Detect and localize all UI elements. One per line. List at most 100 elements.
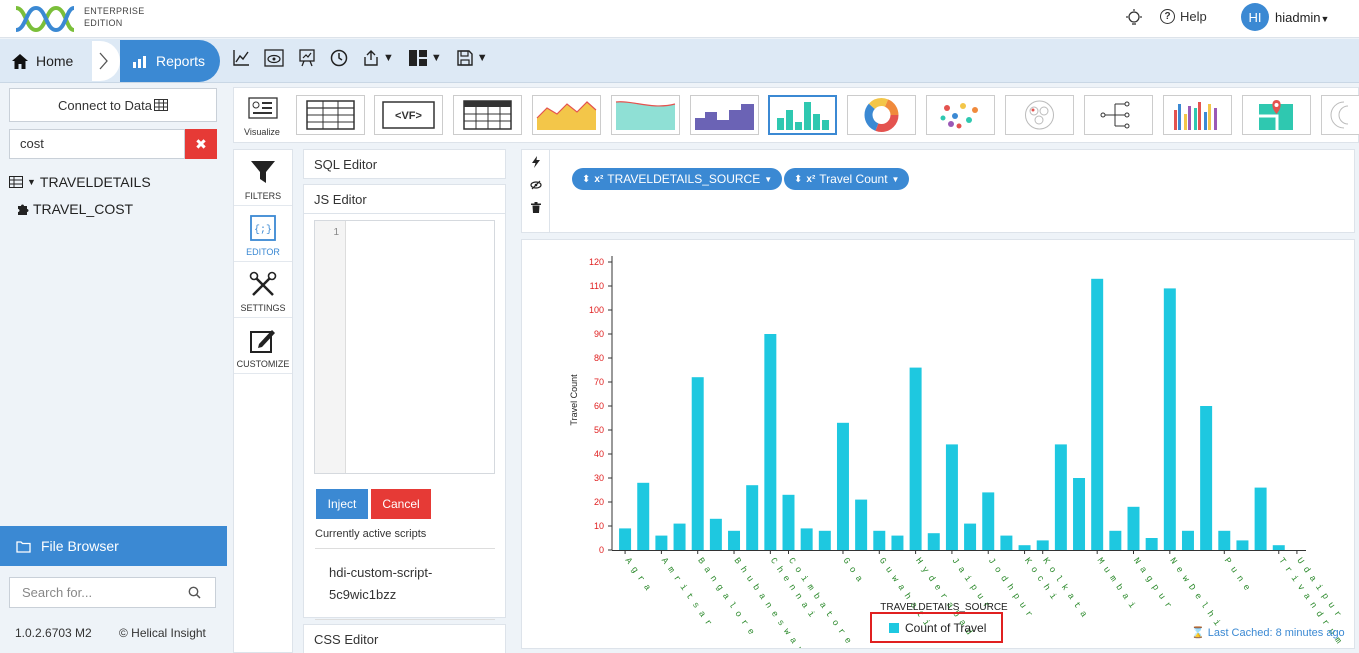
bar[interactable] — [709, 518, 722, 550]
bar[interactable] — [855, 499, 868, 550]
visualize-tool[interactable] — [232, 49, 250, 67]
dimension-pill[interactable]: ⬍ x² TRAVELDETAILS_SOURCE ▼ — [572, 168, 783, 190]
bar[interactable] — [728, 530, 741, 550]
file-browser-label: File Browser — [41, 538, 119, 554]
active-scripts-label: Currently active scripts — [315, 528, 427, 540]
bar[interactable] — [945, 444, 958, 550]
bar[interactable] — [1218, 530, 1231, 550]
viz-tree[interactable] — [1084, 95, 1153, 135]
save-tool[interactable]: ▼ — [456, 49, 488, 67]
bar[interactable] — [1163, 288, 1176, 550]
viz-crosstab[interactable] — [453, 95, 522, 135]
bulb-icon[interactable] — [1125, 9, 1143, 27]
file-search-input[interactable]: Search for... — [9, 577, 216, 608]
y-tick-label: 30 — [594, 473, 604, 483]
viz-multi-bar[interactable] — [1163, 95, 1232, 135]
hourglass-icon: ⌛ — [1191, 627, 1205, 639]
tree-field-node[interactable]: TRAVEL_COST — [16, 201, 133, 217]
preview-tool[interactable] — [264, 49, 284, 67]
presentation-tool[interactable] — [298, 49, 316, 67]
bar[interactable] — [1054, 444, 1067, 550]
css-editor-header[interactable]: CSS Editor — [303, 624, 506, 653]
connect-to-data-button[interactable]: Connect to Data — [9, 88, 217, 122]
tab-editor[interactable]: {;} EDITOR — [234, 206, 292, 262]
bar[interactable] — [1091, 278, 1104, 550]
chart-legend[interactable]: Count of Travel — [870, 612, 1003, 643]
avatar[interactable]: HI — [1241, 3, 1269, 31]
bar[interactable] — [818, 530, 831, 550]
bar[interactable] — [619, 528, 632, 550]
bar[interactable] — [746, 485, 759, 550]
bar[interactable] — [927, 533, 940, 550]
bar[interactable] — [1236, 540, 1249, 550]
tree-table-node[interactable]: ▼ TRAVELDETAILS — [9, 174, 151, 190]
cancel-button[interactable]: Cancel — [371, 489, 431, 519]
eye-slash-icon[interactable] — [529, 180, 542, 190]
bar[interactable] — [891, 535, 904, 550]
tab-filters[interactable]: FILTERS — [234, 150, 292, 206]
bar[interactable] — [1181, 530, 1194, 550]
visualize-icon[interactable] — [248, 97, 278, 123]
customize-label: CUSTOMIZE — [236, 359, 290, 369]
js-editor-header[interactable]: JS Editor — [303, 184, 506, 214]
trash-icon[interactable] — [530, 202, 541, 213]
bar[interactable] — [691, 377, 704, 550]
bar[interactable] — [1254, 487, 1267, 550]
bar[interactable] — [800, 528, 813, 550]
bar[interactable] — [637, 482, 650, 550]
tab-customize[interactable]: CUSTOMIZE — [234, 318, 292, 374]
search-icon[interactable] — [188, 586, 201, 599]
bar[interactable] — [982, 492, 995, 550]
active-script-item[interactable]: hdi-custom-script-5c9wic1bzz — [315, 548, 495, 620]
viz-bubble-pack[interactable] — [1005, 95, 1074, 135]
home-breadcrumb[interactable]: Home — [0, 41, 96, 81]
bar[interactable] — [1272, 545, 1285, 550]
bar[interactable] — [1127, 506, 1140, 550]
viz-more[interactable] — [1321, 95, 1359, 135]
help-link[interactable]: ? Help — [1160, 9, 1207, 24]
viz-bar-chart[interactable] — [768, 95, 837, 135]
helical-logo[interactable] — [14, 4, 76, 34]
bar[interactable] — [1109, 530, 1122, 550]
viz-variable-function[interactable]: <VF> — [374, 95, 443, 135]
clear-search-button[interactable]: ✖ — [185, 129, 217, 159]
bar[interactable] — [964, 523, 977, 550]
bar[interactable] — [764, 334, 777, 550]
bar[interactable] — [782, 494, 795, 550]
bar[interactable] — [655, 535, 668, 550]
bar[interactable] — [673, 523, 686, 550]
viz-stacked-area[interactable] — [611, 95, 680, 135]
lightning-icon[interactable] — [531, 156, 540, 168]
history-tool[interactable] — [330, 49, 348, 67]
viz-table[interactable] — [296, 95, 365, 135]
sql-editor-header[interactable]: SQL Editor — [303, 149, 506, 179]
file-browser-toggle[interactable]: File Browser — [0, 526, 227, 566]
function-icon: x² — [594, 173, 604, 185]
viz-area-chart[interactable] — [532, 95, 601, 135]
bar[interactable] — [1000, 535, 1013, 550]
y-tick-label: 0 — [599, 545, 604, 555]
bar[interactable] — [1145, 538, 1158, 550]
measure-pill[interactable]: ⬍ x² Travel Count ▼ — [784, 168, 910, 190]
bar[interactable] — [1036, 540, 1049, 550]
inject-button[interactable]: Inject — [316, 489, 368, 519]
bar[interactable] — [836, 422, 849, 550]
user-menu[interactable]: hiadmin▼ — [1275, 10, 1329, 25]
layout-tool[interactable]: ▼ — [408, 49, 442, 67]
bar[interactable] — [1200, 406, 1213, 550]
bar[interactable] — [1018, 545, 1031, 550]
export-tool[interactable]: ▼ — [362, 49, 394, 67]
viz-donut-chart[interactable] — [847, 95, 916, 135]
viz-map[interactable] — [1242, 95, 1311, 135]
viz-step-chart[interactable] — [690, 95, 759, 135]
bar[interactable] — [1073, 478, 1086, 550]
metadata-search-input[interactable]: cost — [9, 129, 185, 159]
bar[interactable] — [909, 367, 922, 550]
bar[interactable] — [873, 530, 886, 550]
viz-scatter[interactable] — [926, 95, 995, 135]
tab-settings[interactable]: SETTINGS — [234, 262, 292, 318]
last-cached-indicator: ⌛ Last Cached: 8 minutes ago — [1191, 626, 1345, 640]
home-icon — [12, 53, 28, 69]
reports-breadcrumb[interactable]: Reports — [120, 40, 220, 82]
js-code-textarea[interactable]: 1 — [314, 220, 495, 474]
